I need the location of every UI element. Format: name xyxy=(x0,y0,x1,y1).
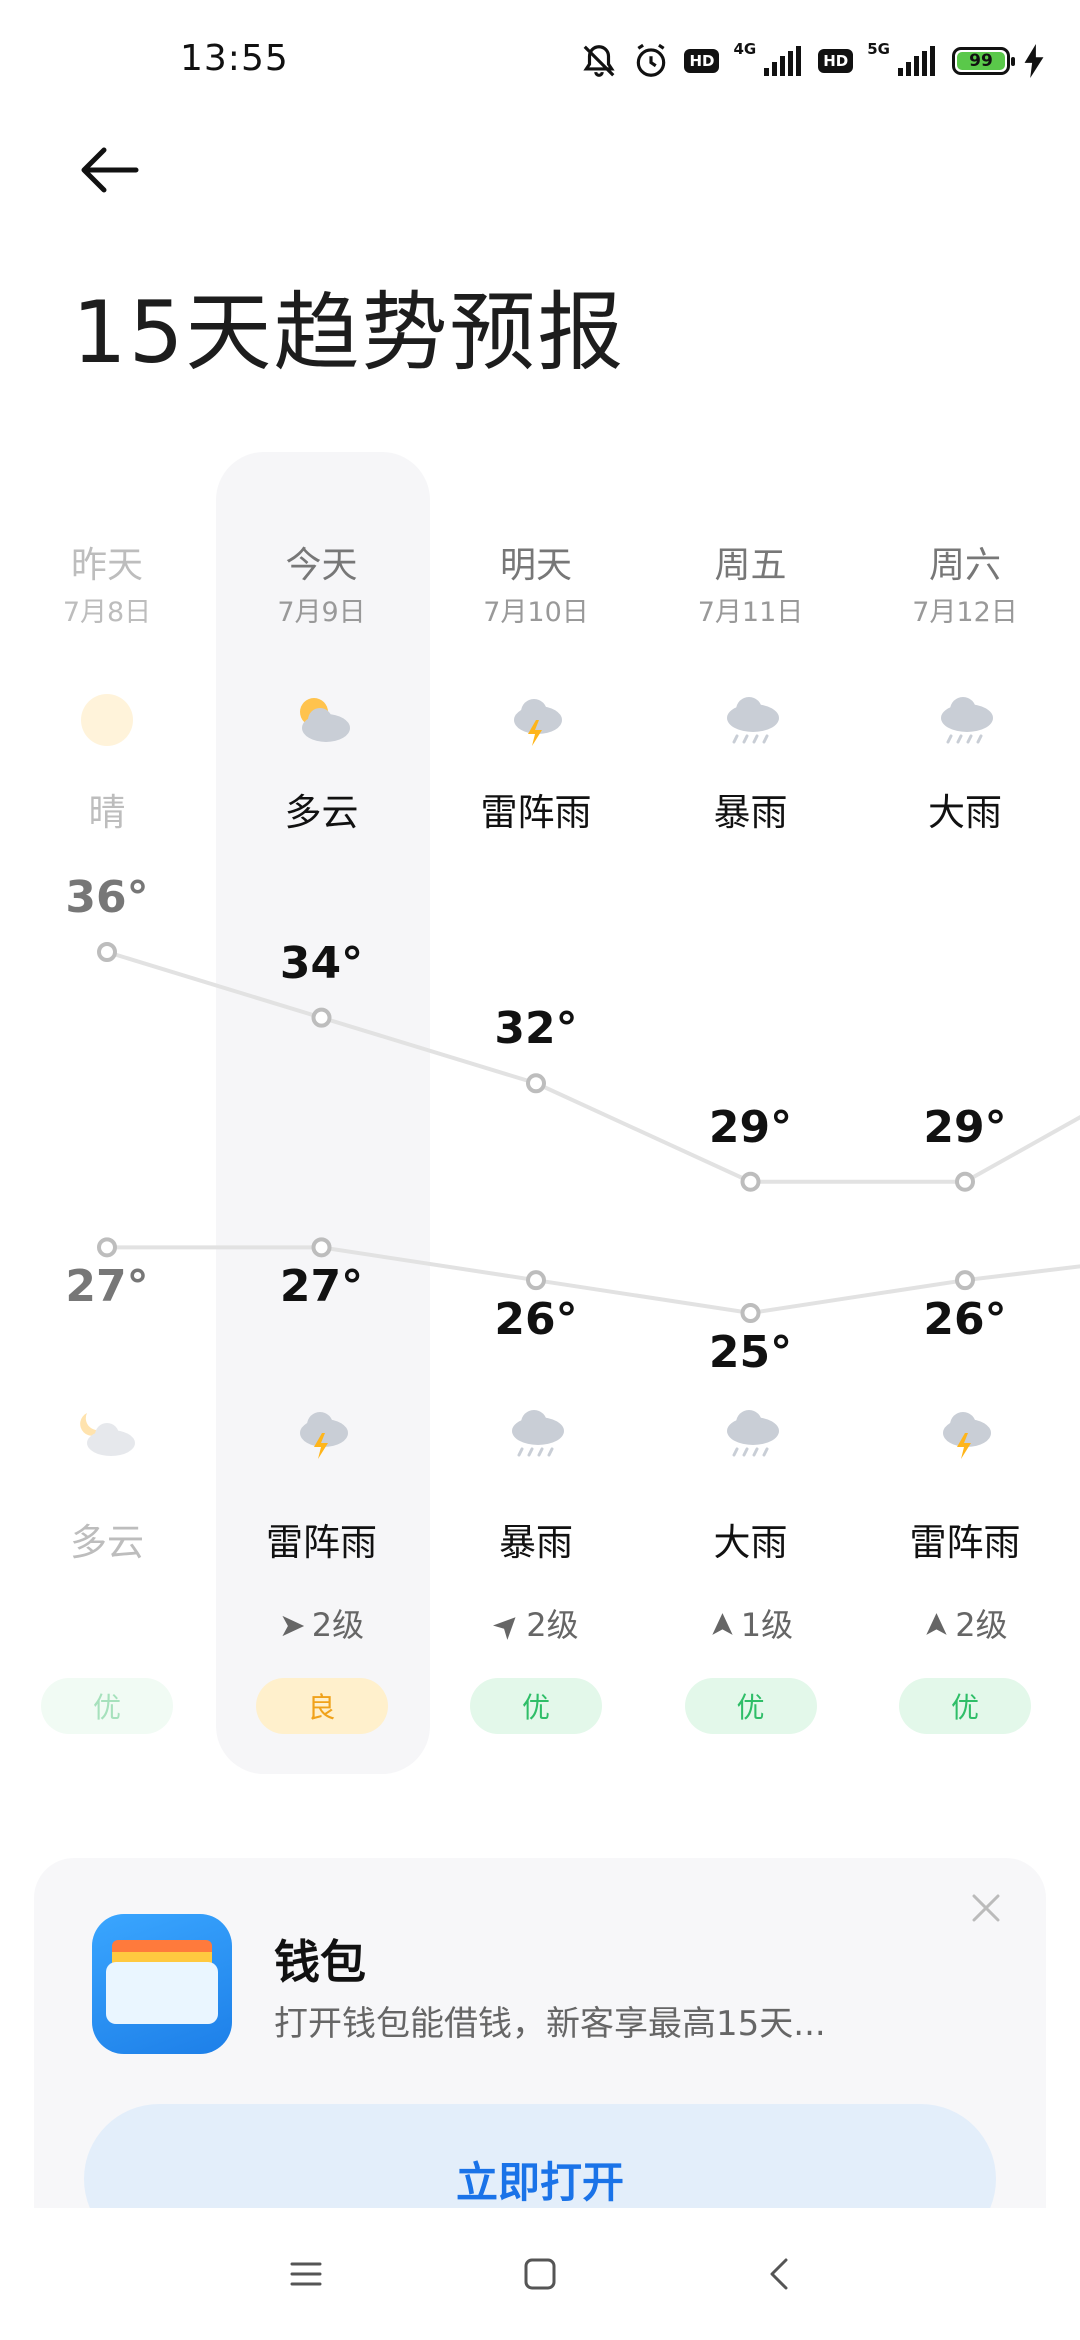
wind-level: 2级 xyxy=(955,1606,1008,1644)
night-weather: 雷阵雨 xyxy=(266,1521,377,1564)
day-weather: 暴雨 xyxy=(713,791,788,834)
high-temp-label: 32° xyxy=(494,1003,578,1055)
day-column[interactable]: 周六 7月12日大雨雷阵雨 ➤2级优 xyxy=(858,0,1072,1800)
day-weather: 大雨 xyxy=(928,791,1002,834)
menu-icon xyxy=(290,2262,322,2286)
day-column[interactable]: 明天 7月10日雷阵雨暴雨 ➤2级优 xyxy=(429,0,643,1800)
day-name: 明天 xyxy=(499,545,572,586)
high-temp-label: 36° xyxy=(65,872,149,923)
wind-info: ➤2级 xyxy=(215,1600,429,1646)
back-nav-button[interactable] xyxy=(758,2252,802,2296)
aqi-badge: 优 xyxy=(684,1678,817,1734)
sun-icon xyxy=(77,690,137,750)
wind-info: ➤1级 xyxy=(644,1600,858,1646)
day-weather: 晴 xyxy=(88,791,126,834)
day-name: 今天 xyxy=(285,545,358,586)
aqi-badge: 优 xyxy=(470,1678,602,1734)
wind-direction-icon: ➤ xyxy=(702,1611,741,1639)
high-temp-label: 29° xyxy=(708,1101,793,1153)
day-name: 昨天 xyxy=(70,545,143,586)
wind-direction-icon: ➤ xyxy=(916,1611,955,1639)
wind-direction-icon: ➤ xyxy=(483,1602,530,1648)
high-temp-label: 34° xyxy=(279,937,364,989)
cloudy-night-icon xyxy=(77,1403,137,1463)
wind-info: ➤2级 xyxy=(429,1600,643,1648)
day-date: 7月9日 xyxy=(277,597,366,628)
day-weather: 多云 xyxy=(284,791,359,834)
day-weather: 雷阵雨 xyxy=(480,791,592,834)
rain-icon xyxy=(935,690,995,750)
night-weather: 多云 xyxy=(70,1521,144,1564)
day-date: 7月11日 xyxy=(697,597,804,628)
night-weather: 雷阵雨 xyxy=(909,1521,1021,1564)
navigation-bar xyxy=(0,2208,1080,2340)
day-name: 周六 xyxy=(928,545,1001,586)
low-temp-label: 25° xyxy=(708,1327,793,1378)
day-name: 周五 xyxy=(714,545,787,586)
night-weather: 暴雨 xyxy=(499,1521,573,1564)
ad-description: 打开钱包能借钱，新客享最高15天... xyxy=(274,2004,826,2044)
rain-icon xyxy=(721,690,781,750)
home-button[interactable] xyxy=(518,2252,562,2296)
night-weather: 大雨 xyxy=(713,1521,788,1564)
wind-level: 2级 xyxy=(526,1606,579,1644)
low-temp-label: 26° xyxy=(923,1294,1007,1346)
day-date: 7月10日 xyxy=(483,597,589,628)
day-date: 7月8日 xyxy=(62,597,152,628)
thunderstorm-icon xyxy=(935,1403,995,1463)
day-date: 7月12日 xyxy=(912,597,1018,628)
thunderstorm-icon xyxy=(292,1403,352,1463)
wind-direction-icon: ➤ xyxy=(278,1606,306,1644)
recent-apps-button[interactable] xyxy=(284,2252,328,2296)
rain-icon xyxy=(506,1403,566,1463)
wallet-app-icon xyxy=(92,1914,232,2054)
low-temp-label: 27° xyxy=(279,1261,364,1313)
aqi-badge: 优 xyxy=(41,1678,173,1734)
close-icon xyxy=(972,1894,1000,1922)
low-temp-label: 27° xyxy=(65,1261,149,1313)
home-square-icon xyxy=(524,2258,556,2290)
day-column[interactable]: 周五 7月11日暴雨大雨 ➤1级优 xyxy=(644,0,858,1800)
high-temp-label: 29° xyxy=(923,1101,1007,1153)
rain-icon xyxy=(721,1403,781,1463)
low-temp-label: 26° xyxy=(494,1294,578,1346)
chevron-left-icon xyxy=(770,2258,788,2290)
day-column[interactable]: 今天 7月9日多云雷阵雨 ➤ 2级良 xyxy=(215,0,429,1800)
wind-info: ➤2级 xyxy=(858,1600,1072,1646)
aqi-badge: 优 xyxy=(899,1678,1031,1734)
partly-cloudy-icon xyxy=(292,690,352,750)
thunderstorm-icon xyxy=(506,690,566,750)
ad-title: 钱包 xyxy=(274,1935,366,1989)
close-ad-button[interactable] xyxy=(966,1888,1006,1928)
wind-level: 1级 xyxy=(740,1606,794,1644)
aqi-badge: 良 xyxy=(255,1678,388,1734)
wind-level: 2级 xyxy=(311,1606,365,1644)
